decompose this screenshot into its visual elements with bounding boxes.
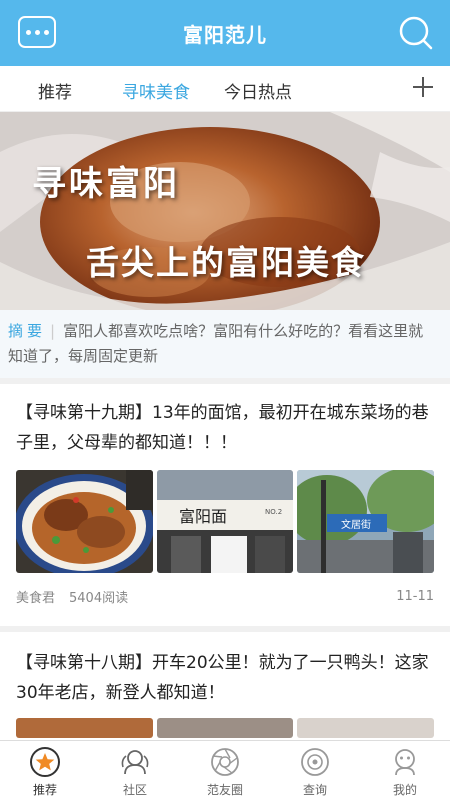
banner-subheadline: 舌尖上的富阳美食 [86, 243, 366, 282]
article-thumbnails [16, 718, 434, 738]
star-icon [30, 747, 60, 777]
nav-label: 范友圈 [206, 783, 243, 797]
summary-text: 富阳人都喜欢吃点啥？富阳有什么好吃的？看看这里就知道了，每周固定更新 [8, 322, 424, 365]
article-title[interactable]: 【寻味第十八期】开车20公里！就为了一只鸭头！这家30年老店，新登人都知道！ [16, 648, 434, 708]
profile-icon [395, 749, 415, 776]
banner-headline: 寻味富阳 [32, 164, 180, 204]
add-tab-icon[interactable] [410, 74, 436, 100]
menu-dot-icon [25, 29, 31, 35]
aperture-icon [211, 748, 239, 776]
nav-profile[interactable]: 我的 [360, 741, 450, 800]
nav-recommend[interactable]: 推荐 [0, 741, 90, 800]
nav-label: 我的 [392, 783, 417, 797]
tab-recommend[interactable]: 推荐 [38, 78, 72, 103]
nav-friends-circle[interactable]: 范友圈 [180, 741, 270, 800]
thumbnail-shop[interactable] [156, 718, 294, 738]
nav-label: 查询 [302, 783, 327, 797]
menu-button[interactable] [18, 16, 56, 48]
summary-label: 摘要 [8, 322, 47, 340]
section-divider [0, 626, 450, 632]
nav-query[interactable]: 查询 [270, 741, 360, 800]
topic-summary: 摘要 | 富阳人都喜欢吃点啥？富阳有什么好吃的？看看这里就知道了，每周固定更新 [0, 310, 450, 378]
article-author: 美食君 [16, 591, 56, 606]
menu-dot-icon [43, 29, 49, 35]
thumbnail-restaurant-front[interactable]: 富阳面 NO.2 [156, 470, 294, 573]
app-header: 富阳范儿 [0, 0, 450, 66]
article-title[interactable]: 【寻味第十九期】13年的面馆，最初开在城东菜场的巷子里，父母辈的都知道！！！ [16, 398, 434, 458]
search-icon[interactable] [398, 15, 434, 51]
banner-image[interactable]: 寻味富阳 舌尖上的富阳美食 [0, 112, 450, 310]
menu-dot-icon [34, 29, 40, 35]
nav-community[interactable]: 社区 [90, 741, 180, 800]
thumbnail-street-sign[interactable]: 文居街 [297, 470, 435, 573]
article-read-count: 5404阅读 [69, 591, 129, 606]
article-card[interactable]: 【寻味第十八期】开车20公里！就为了一只鸭头！这家30年老店，新登人都知道！ [0, 648, 450, 738]
nav-label: 社区 [122, 783, 147, 797]
thumbnail-noodle-bowl[interactable] [16, 470, 153, 573]
nav-label: 推荐 [32, 783, 57, 797]
tab-hot-today[interactable]: 今日热点 [224, 78, 292, 103]
app-title: 富阳范儿 [183, 22, 267, 47]
community-icon [121, 750, 149, 775]
thumbnail-food[interactable] [297, 718, 434, 738]
article-date: 11-11 [396, 589, 434, 604]
tab-food[interactable]: 寻味美食 [122, 78, 190, 103]
article-thumbnails: 富阳面 NO.2 文居街 [16, 470, 435, 573]
thumbnail-duck-dish[interactable] [16, 718, 153, 738]
summary-separator: | [50, 322, 56, 340]
query-icon [301, 748, 329, 776]
article-meta: 美食君 5404阅读 11-11 [16, 587, 434, 606]
shop-number-text: NO.2 [265, 508, 282, 516]
section-divider [0, 378, 450, 384]
shop-sign-text: 富阳面 [179, 507, 227, 526]
bottom-navigation: 推荐 社区 范友圈 查询 我的 [0, 740, 450, 800]
article-card[interactable]: 【寻味第十九期】13年的面馆，最初开在城东菜场的巷子里，父母辈的都知道！！！ 富… [0, 398, 450, 606]
category-tabs: 推荐 寻味美食 今日热点 [0, 66, 450, 112]
street-sign-text: 文居街 [341, 518, 371, 531]
